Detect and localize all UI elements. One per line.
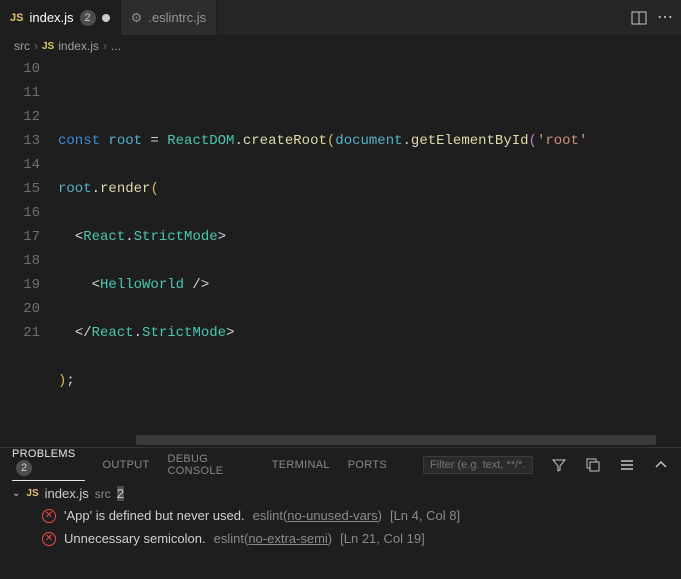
code-content[interactable]: const root = ReactDOM.createRoot(documen… — [58, 57, 681, 447]
problem-source: eslint(no-unused-vars) — [253, 508, 382, 523]
code-line: <HelloWorld /> — [58, 273, 681, 297]
tab-index-js[interactable]: JS index.js 2 — [0, 0, 121, 35]
problems-list: ⌄ JS index.js src 2 ✕ 'App' is defined b… — [0, 481, 681, 558]
split-editor-icon[interactable] — [631, 10, 647, 26]
code-line: </React.StrictMode> — [58, 321, 681, 345]
panel-chevron-up-icon[interactable] — [653, 457, 669, 473]
js-file-icon: JS — [42, 41, 54, 52]
collapse-all-icon[interactable] — [585, 457, 601, 473]
tab-label: .eslintrc.js — [148, 10, 206, 25]
problem-item[interactable]: ✕ Unnecessary semicolon. eslint(no-extra… — [8, 527, 673, 550]
problems-filter-input[interactable] — [423, 456, 533, 474]
panel-tab-problems[interactable]: PROBLEMS2 — [12, 448, 85, 481]
code-line: ); — [58, 369, 681, 393]
problem-file-dir: src — [95, 487, 111, 501]
problem-file-name: index.js — [45, 486, 89, 501]
problem-source: eslint(no-extra-semi) — [214, 531, 333, 546]
panel-tab-output[interactable]: OUTPUT — [103, 459, 150, 471]
breadcrumb[interactable]: src › JS index.js › ... — [0, 35, 681, 57]
problem-message: 'App' is defined but never used. — [64, 508, 245, 523]
horizontal-scrollbar[interactable] — [136, 435, 656, 445]
problem-location: [Ln 4, Col 8] — [390, 508, 460, 523]
panel-tab-debug-console[interactable]: DEBUG CONSOLE — [168, 453, 254, 477]
error-icon: ✕ — [42, 532, 56, 546]
editor-actions: ⋯ — [623, 0, 681, 35]
filter-icon[interactable] — [551, 457, 567, 473]
code-line — [58, 81, 681, 105]
js-file-icon: JS — [26, 488, 38, 499]
unsaved-indicator-icon — [102, 14, 110, 22]
tab-eslintrc-js[interactable]: ⚙ .eslintrc.js — [121, 0, 217, 35]
problem-item[interactable]: ✕ 'App' is defined but never used. eslin… — [8, 504, 673, 527]
panel-tab-terminal[interactable]: TERMINAL — [272, 459, 330, 471]
tab-label: index.js — [29, 10, 73, 25]
code-line: const root = ReactDOM.createRoot(documen… — [58, 129, 681, 153]
breadcrumb-file[interactable]: index.js — [58, 39, 99, 53]
code-line: root.render( — [58, 177, 681, 201]
problem-message: Unnecessary semicolon. — [64, 531, 206, 546]
editor-tab-bar: JS index.js 2 ⚙ .eslintrc.js ⋯ — [0, 0, 681, 35]
code-line: <React.StrictMode> — [58, 225, 681, 249]
line-number-gutter: 10 11 12 13 14 15 16 17 18 19 20 21 — [0, 57, 58, 447]
error-icon: ✕ — [42, 509, 56, 523]
config-file-icon: ⚙ — [131, 10, 143, 26]
js-file-icon: JS — [10, 12, 23, 24]
breadcrumb-folder[interactable]: src — [14, 39, 30, 53]
chevron-right-icon: › — [34, 39, 38, 53]
more-actions-icon[interactable]: ⋯ — [657, 10, 673, 26]
problem-location: [Ln 21, Col 19] — [340, 531, 425, 546]
chevron-down-icon: ⌄ — [12, 488, 20, 499]
panel-tab-bar: PROBLEMS2 OUTPUT DEBUG CONSOLE TERMINAL … — [0, 448, 681, 481]
breadcrumb-symbol[interactable]: ... — [111, 39, 121, 53]
code-editor[interactable]: 10 11 12 13 14 15 16 17 18 19 20 21 cons… — [0, 57, 681, 447]
panel-tab-ports[interactable]: PORTS — [348, 459, 387, 471]
tab-error-badge: 2 — [80, 10, 96, 26]
bottom-panel: PROBLEMS2 OUTPUT DEBUG CONSOLE TERMINAL … — [0, 447, 681, 558]
view-as-list-icon[interactable] — [619, 457, 635, 473]
chevron-right-icon: › — [103, 39, 107, 53]
problem-count-badge: 2 — [117, 486, 124, 501]
problem-file-group[interactable]: ⌄ JS index.js src 2 — [8, 483, 673, 504]
